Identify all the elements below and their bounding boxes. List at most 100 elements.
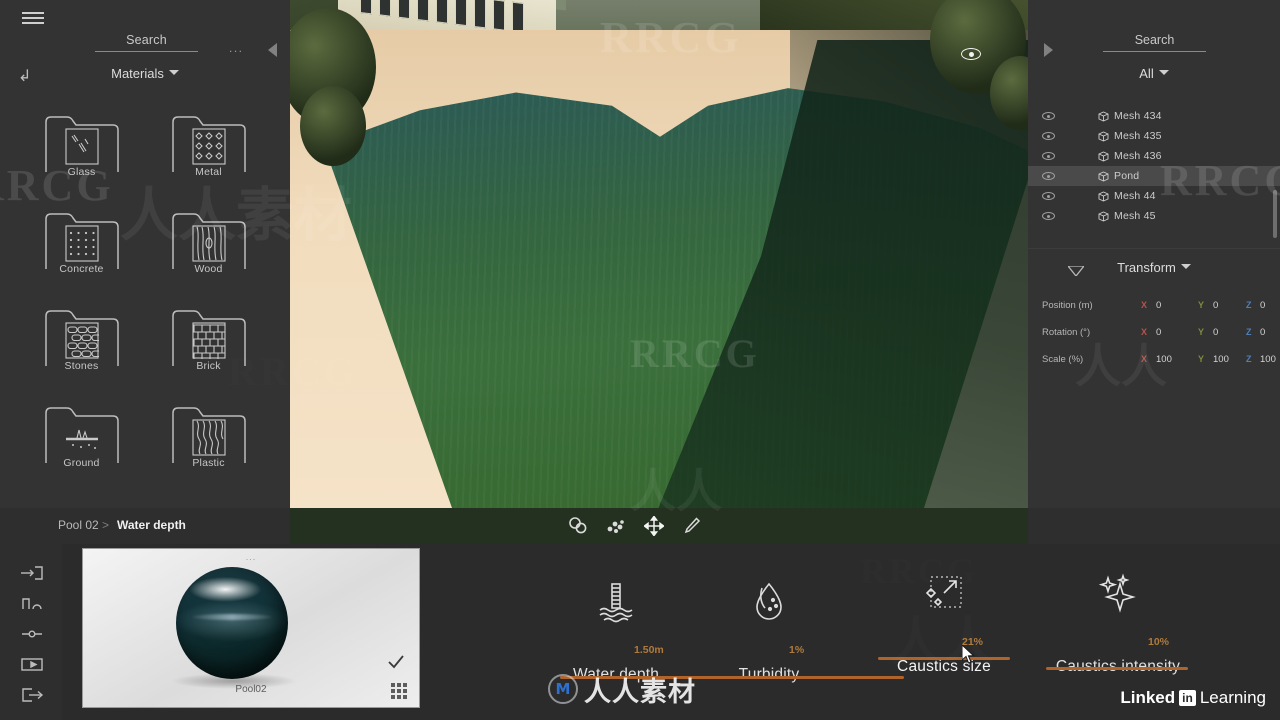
transform-title[interactable]: Transform (1028, 260, 1280, 275)
property-slider-caustics-intensity[interactable] (1046, 667, 1188, 670)
material-folder-label: Glass (67, 166, 96, 178)
mesh-name-label: Mesh 44 (1114, 190, 1156, 202)
mesh-object-icon (1098, 211, 1109, 222)
transform-x-value[interactable]: 0 (1156, 300, 1161, 311)
material-folder-label: Ground (63, 457, 100, 469)
circles-icon[interactable] (568, 516, 588, 536)
axis-x-label: X (1141, 354, 1148, 364)
axis-x-label: X (1141, 300, 1148, 310)
property-label: Caustics size (897, 658, 991, 675)
outliner-filter-dropdown[interactable]: All (1028, 66, 1280, 81)
outliner-scrollbar[interactable] (1273, 190, 1277, 238)
concrete-swatch-icon (64, 225, 99, 262)
transform-y-value[interactable]: 100 (1213, 354, 1229, 365)
property-slider-turbidity[interactable] (714, 676, 904, 679)
axis-x-label: X (1141, 327, 1148, 337)
visibility-eye-icon[interactable] (1042, 212, 1055, 220)
triangle-right-icon[interactable] (1044, 43, 1053, 57)
property-value: 10% (1148, 636, 1170, 648)
axis-z-label: Z (1246, 300, 1252, 310)
mesh-list: Mesh 434 Mesh 435 Mesh 436 Pond Mesh 44 … (1028, 106, 1280, 226)
transform-row: Rotation (°) X 0 Y 0 Z 0 (1028, 323, 1280, 341)
library-search-input[interactable]: Search (95, 33, 198, 52)
material-folder-label: Plastic (192, 457, 225, 469)
mesh-list-item[interactable]: Pond (1028, 166, 1280, 186)
mesh-name-label: Mesh 436 (1114, 150, 1162, 162)
breadcrumb-current: Water depth (117, 518, 186, 532)
library-breadcrumb[interactable]: Materials (0, 66, 290, 81)
transform-row: Position (m) X 0 Y 0 Z 0 (1028, 296, 1280, 314)
viewport-tree (300, 86, 366, 166)
property-label: Turbidity (738, 666, 800, 683)
linkedin-in-badge: in (1179, 690, 1196, 706)
transform-z-value[interactable]: 100 (1260, 354, 1276, 365)
mesh-list-item[interactable]: Mesh 434 (1028, 106, 1280, 126)
app-window: Search ... ↳ Materials Glass Metal Concr… (0, 0, 1280, 720)
mesh-name-label: Mesh 45 (1114, 210, 1156, 222)
mesh-name-label: Mesh 435 (1114, 130, 1162, 142)
outliner-search-input[interactable]: Search (1103, 33, 1206, 52)
move-arrows-icon[interactable] (643, 515, 665, 537)
linkedin-learning-logo: Linked in Learning (1120, 688, 1266, 708)
material-folder-brick[interactable]: Brick (145, 302, 272, 399)
library-more-button[interactable]: ... (229, 42, 244, 54)
chevron-down-icon (1180, 264, 1191, 269)
mouse-cursor (961, 643, 976, 665)
visibility-eye-icon[interactable] (1042, 172, 1055, 180)
transform-row-label: Position (m) (1042, 299, 1093, 311)
visibility-eye-icon[interactable] (1042, 132, 1055, 140)
mesh-list-item[interactable]: Mesh 435 (1028, 126, 1280, 146)
mesh-name-label: Pond (1114, 170, 1140, 182)
chevron-down-icon (1158, 70, 1169, 75)
metal-swatch-icon (191, 128, 226, 165)
material-folder-metal[interactable]: Metal (145, 108, 272, 205)
transform-row: Scale (%) X 100 Y 100 Z 100 (1028, 350, 1280, 368)
material-folder-plastic[interactable]: Plastic (145, 399, 272, 496)
transform-y-value[interactable]: 0 (1213, 327, 1218, 338)
material-folder-stones[interactable]: Stones (18, 302, 145, 399)
transform-z-value[interactable]: 0 (1260, 300, 1265, 311)
axis-y-label: Y (1198, 300, 1205, 310)
transform-section: Transform Position (m) X 0 Y 0 Z 0 Rotation (°)… (1028, 248, 1280, 378)
stones-swatch-icon (64, 322, 102, 359)
library-breadcrumb-label: Materials (111, 66, 164, 81)
eyedropper-icon[interactable] (682, 516, 702, 536)
library-panel-header: Search ... ↳ Materials (0, 0, 290, 85)
3d-viewport[interactable] (290, 0, 1028, 508)
wood-swatch-icon (191, 225, 226, 262)
axis-y-label: Y (1198, 354, 1205, 364)
material-folder-ground[interactable]: Ground (18, 399, 145, 496)
visibility-eye-icon[interactable] (1042, 192, 1055, 200)
transform-y-value[interactable]: 0 (1213, 300, 1218, 311)
mesh-name-label: Mesh 434 (1114, 110, 1162, 122)
brand-logo-icon: M (548, 674, 578, 704)
mesh-list-item[interactable]: Mesh 45 (1028, 206, 1280, 226)
property-slider-caustics-size[interactable] (878, 657, 1010, 660)
mesh-list-item[interactable]: Mesh 44 (1028, 186, 1280, 206)
molecule-icon[interactable] (606, 516, 626, 536)
triangle-left-icon[interactable] (268, 43, 277, 57)
transform-x-value[interactable]: 100 (1156, 354, 1172, 365)
material-folder-label: Metal (195, 166, 222, 178)
viewport-eye-icon[interactable] (961, 48, 981, 60)
mesh-object-icon (1098, 171, 1109, 182)
brick-swatch-icon (191, 322, 226, 360)
material-folder-wood[interactable]: Wood (145, 205, 272, 302)
axis-z-label: Z (1246, 354, 1252, 364)
visibility-eye-icon[interactable] (1042, 152, 1055, 160)
learning-word: Learning (1199, 688, 1266, 707)
viewport-toolbar (568, 514, 701, 538)
axis-y-label: Y (1198, 327, 1205, 337)
mesh-list-item[interactable]: Mesh 436 (1028, 146, 1280, 166)
brand-watermark-text: 人人素材 (584, 676, 696, 708)
material-folder-glass[interactable]: Glass (18, 108, 145, 205)
transform-z-value[interactable]: 0 (1260, 327, 1265, 338)
breadcrumb-project[interactable]: Pool 02 (58, 518, 99, 532)
material-folder-concrete[interactable]: Concrete (18, 205, 145, 302)
mesh-object-icon (1098, 191, 1109, 202)
transform-x-value[interactable]: 0 (1156, 327, 1161, 338)
visibility-eye-icon[interactable] (1042, 112, 1055, 120)
material-library-panel: Search ... ↳ Materials Glass Metal Concr… (0, 0, 290, 508)
material-folder-label: Brick (196, 360, 221, 372)
hamburger-icon[interactable] (22, 12, 44, 24)
